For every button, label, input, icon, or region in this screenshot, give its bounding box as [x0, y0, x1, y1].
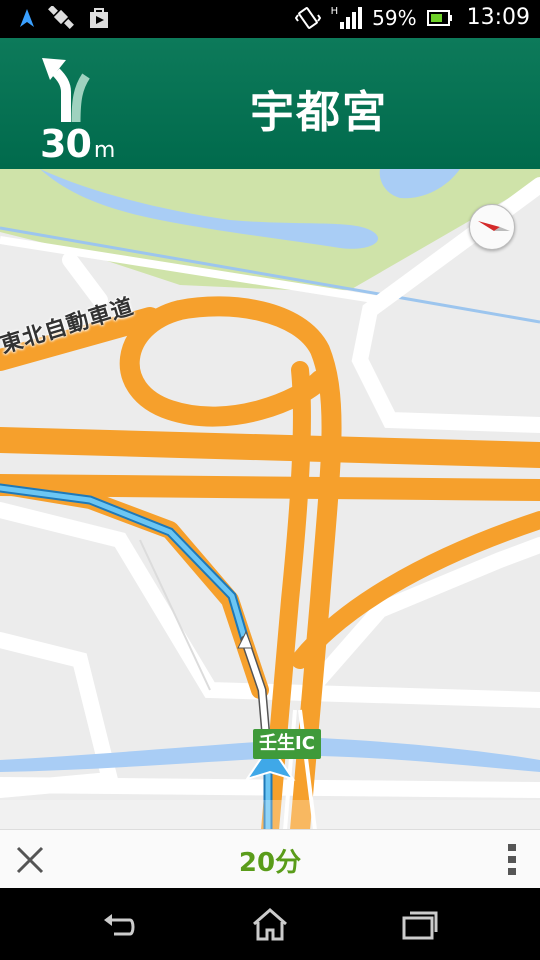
battery-icon — [426, 9, 452, 26]
navigation-screen: H 59% 13:09 30 m 宇都宮 東北自動車道 壬生IC 20分 — [0, 0, 540, 960]
destination-name: 宇都宮 — [250, 87, 388, 138]
distance-value: 30 — [40, 122, 92, 166]
turn-instruction-banner[interactable]: 30 m 宇都宮 — [0, 38, 540, 169]
status-bar: H 59% 13:09 — [0, 0, 540, 38]
interchange-label[interactable]: 壬生IC — [253, 729, 321, 759]
map-view[interactable]: 東北自動車道 壬生IC — [0, 169, 540, 829]
compass-button[interactable] — [469, 204, 515, 250]
home-icon[interactable] — [250, 906, 290, 942]
overflow-menu-icon[interactable] — [504, 842, 520, 878]
eta-text[interactable]: 20分 — [0, 842, 540, 879]
play-store-icon — [90, 8, 108, 28]
recent-apps-icon[interactable] — [400, 906, 440, 942]
battery-percent: 59% — [372, 5, 417, 30]
distance-unit: m — [93, 138, 116, 163]
signal-icon — [340, 6, 363, 29]
network-type-label: H — [330, 5, 339, 17]
clock: 13:09 — [466, 5, 530, 30]
vibrate-icon — [294, 6, 321, 29]
slight-left-turn-icon — [42, 58, 90, 123]
distance-to-turn: 30 m — [40, 122, 115, 166]
compass-icon — [478, 221, 510, 231]
system-navigation-bar — [0, 888, 540, 960]
satellite-icon — [48, 6, 74, 29]
back-icon[interactable] — [100, 906, 140, 942]
navigation-arrow-icon — [20, 9, 34, 27]
navigation-footer: 20分 — [0, 829, 540, 889]
